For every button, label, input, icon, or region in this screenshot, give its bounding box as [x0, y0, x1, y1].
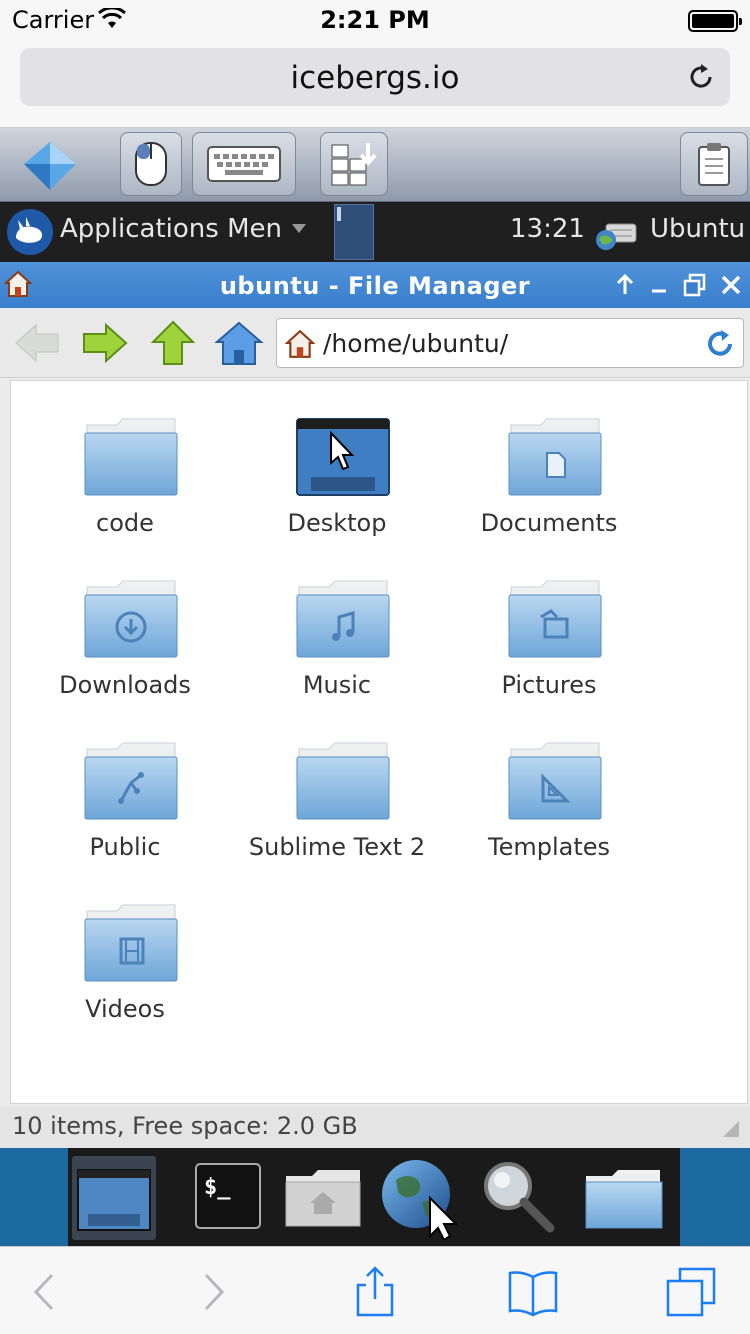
tabs-icon[interactable]: [664, 1265, 718, 1319]
file-item-label: Pictures: [501, 671, 597, 699]
file-manager-toolbar: /home/ubuntu/: [0, 308, 750, 378]
clipboard-button[interactable]: [680, 132, 748, 196]
file-item[interactable]: code: [19, 399, 231, 539]
reload-icon[interactable]: [705, 329, 735, 359]
home-folder-icon: [285, 1170, 361, 1227]
file-item-label: Documents: [480, 509, 618, 537]
folder-icon: [296, 742, 390, 820]
file-item[interactable]: Documents: [443, 399, 655, 539]
xfce-mouse-logo-icon[interactable]: [6, 208, 54, 256]
search-launcher[interactable]: [476, 1156, 560, 1240]
status-text: 10 items, Free space: 2.0 GB: [12, 1112, 358, 1140]
mouse-icon: [135, 142, 167, 186]
user-menu[interactable]: Ubuntu: [650, 214, 745, 244]
show-desktop-launcher[interactable]: [72, 1156, 156, 1240]
music-folder-icon: [296, 580, 390, 658]
location-path: /home/ubuntu/: [323, 329, 509, 358]
back-icon[interactable]: [20, 1265, 74, 1319]
globe-icon: [382, 1160, 459, 1242]
file-item[interactable]: Public: [19, 723, 231, 863]
downloads-folder-icon: [84, 580, 178, 658]
clipboard-icon: [698, 143, 730, 186]
file-item-label: code: [96, 509, 154, 537]
blocks-down-icon: [331, 143, 377, 186]
file-item[interactable]: Desktop: [231, 399, 443, 539]
dock: $_: [68, 1148, 680, 1246]
file-item[interactable]: Sublime Text 2: [231, 723, 443, 863]
file-item-label: Music: [302, 671, 372, 699]
templates-folder-icon: [508, 742, 602, 820]
location-bar[interactable]: /home/ubuntu/: [276, 318, 744, 368]
home-icon: [285, 329, 315, 358]
file-item-label: Desktop: [287, 509, 387, 537]
file-item[interactable]: Downloads: [19, 561, 231, 701]
folder-icon: [585, 1170, 663, 1229]
ios-status-bar: Carrier 2:21 PM: [0, 0, 750, 40]
public-folder-icon: [84, 742, 178, 820]
file-item-label: Sublime Text 2: [248, 833, 426, 861]
file-item[interactable]: Videos: [19, 885, 231, 1025]
home-button-icon[interactable]: [214, 320, 264, 366]
resize-grip-icon[interactable]: [722, 1120, 740, 1138]
documents-folder-icon: [508, 418, 602, 496]
minimize-icon[interactable]: [646, 272, 672, 298]
terminal-launcher[interactable]: $_: [190, 1156, 274, 1240]
folder-launcher[interactable]: [582, 1156, 666, 1240]
status-time: 2:21 PM: [320, 6, 430, 34]
mouse-mode-button[interactable]: [120, 132, 182, 196]
close-icon[interactable]: [718, 272, 744, 298]
file-item-label: Downloads: [59, 671, 191, 699]
magnifier-icon: [484, 1162, 555, 1233]
web-browser-launcher[interactable]: [378, 1156, 462, 1242]
videos-folder-icon: [84, 904, 178, 982]
address-bar[interactable]: icebergs.io: [20, 48, 730, 106]
iceberg-logo-icon[interactable]: [20, 138, 80, 194]
file-item-label: Videos: [85, 995, 165, 1023]
battery-icon: [688, 10, 742, 32]
share-icon[interactable]: [348, 1265, 402, 1319]
safari-address-area: icebergs.io: [0, 40, 750, 128]
file-item[interactable]: Music: [231, 561, 443, 701]
safari-bottom-toolbar: [0, 1246, 750, 1334]
folder-icon: [84, 418, 178, 496]
reload-icon[interactable]: [686, 62, 716, 92]
applications-menu[interactable]: Applications Men: [60, 214, 282, 244]
desktop-icon: [77, 1169, 151, 1231]
file-item-label: Templates: [487, 833, 610, 861]
keyboard-icon: [207, 146, 281, 182]
file-item[interactable]: Pictures: [443, 561, 655, 701]
up-arrow-icon[interactable]: [148, 320, 198, 366]
window-titlebar[interactable]: ubuntu - File Manager: [0, 262, 750, 308]
remote-desktop-toolbar: [0, 128, 750, 202]
home-folder-launcher[interactable]: [282, 1156, 366, 1240]
svg-text:$_: $_: [204, 1175, 231, 1200]
maximize-icon[interactable]: [682, 272, 708, 298]
back-arrow-icon[interactable]: [12, 320, 62, 366]
pictures-folder-icon: [508, 580, 602, 658]
apps-switcher-button[interactable]: [320, 132, 388, 196]
url-text: icebergs.io: [290, 60, 460, 96]
keyboard-button[interactable]: [192, 132, 296, 196]
file-item[interactable]: Templates: [443, 723, 655, 863]
network-icon[interactable]: [594, 214, 638, 252]
terminal-icon: $_: [195, 1163, 261, 1229]
bookmarks-icon[interactable]: [506, 1265, 560, 1319]
chevron-down-icon: [292, 224, 306, 233]
file-item-label: Public: [89, 833, 161, 861]
forward-icon[interactable]: [186, 1265, 240, 1319]
desktop-top-panel: Applications Men 13:21 Ubuntu: [0, 202, 750, 262]
forward-arrow-icon[interactable]: [80, 320, 130, 366]
file-view[interactable]: code Desktop Documents Downloads Music Pictur…: [10, 380, 748, 1104]
desktop-folder-icon: [296, 418, 390, 496]
file-manager-statusbar: 10 items, Free space: 2.0 GB: [0, 1106, 750, 1148]
file-manager-window: ubuntu - File Manager /home/ubuntu/ code…: [0, 262, 750, 1148]
workspace-switcher[interactable]: [334, 204, 374, 260]
arrow-up-icon[interactable]: [612, 272, 638, 298]
panel-clock[interactable]: 13:21: [510, 214, 585, 244]
